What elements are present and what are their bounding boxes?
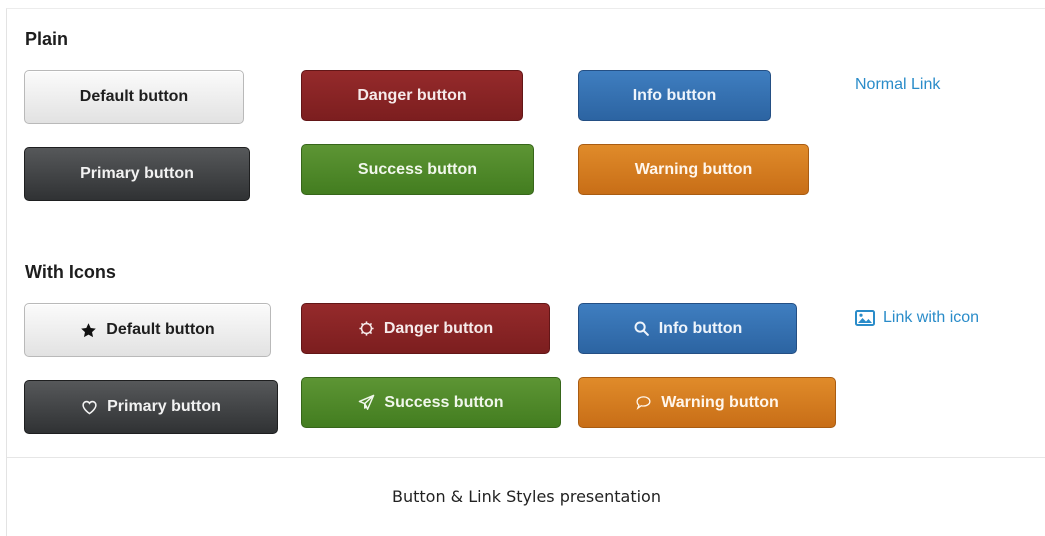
default-button[interactable]: Default button	[24, 70, 244, 124]
warning-button[interactable]: Warning button	[578, 144, 809, 195]
info-icon-button-label: Info button	[658, 319, 743, 337]
info-button[interactable]: Info button	[578, 70, 771, 121]
section-title-plain: Plain	[25, 29, 69, 49]
primary-button[interactable]: Primary button	[24, 147, 250, 201]
danger-icon-button[interactable]: Danger button	[301, 303, 550, 354]
presentation-caption: Button & Link Styles presentation	[392, 487, 661, 506]
info-button-label: Info button	[632, 86, 717, 104]
info-icon-button[interactable]: Info button	[578, 303, 797, 354]
success-button-label: Success button	[357, 160, 478, 178]
search-icon	[633, 320, 650, 337]
warning-icon-button[interactable]: Warning button	[578, 377, 836, 428]
link-with-icon[interactable]: Link with icon	[855, 309, 979, 327]
default-icon-button[interactable]: Default button	[24, 303, 271, 357]
star-icon	[80, 322, 97, 339]
presentation-frame: Plain Default button Primary button Dang…	[6, 8, 1045, 536]
danger-icon-button-label: Danger button	[383, 319, 494, 337]
default-icon-button-label: Default button	[106, 321, 215, 338]
primary-icon-button[interactable]: Primary button	[24, 380, 278, 434]
speech-bubble-icon	[635, 394, 652, 411]
gear-icon	[358, 320, 375, 337]
warning-button-label: Warning button	[634, 160, 753, 178]
default-button-label: Default button	[79, 88, 189, 105]
link-with-icon-label: Link with icon	[883, 309, 980, 326]
success-icon-button-label: Success button	[384, 393, 504, 411]
normal-link[interactable]: Normal Link	[855, 76, 940, 94]
paper-plane-icon	[358, 394, 375, 411]
warning-icon-button-label: Warning button	[661, 393, 779, 411]
danger-button[interactable]: Danger button	[301, 70, 523, 121]
footer-divider	[7, 457, 1045, 458]
section-title-with-icons: With Icons	[25, 262, 116, 282]
image-icon	[855, 310, 875, 326]
success-button[interactable]: Success button	[301, 144, 534, 195]
primary-button-label: Primary button	[80, 165, 194, 182]
success-icon-button[interactable]: Success button	[301, 377, 561, 428]
danger-button-label: Danger button	[357, 86, 467, 104]
primary-icon-button-label: Primary button	[107, 398, 221, 415]
heart-icon	[81, 399, 98, 416]
